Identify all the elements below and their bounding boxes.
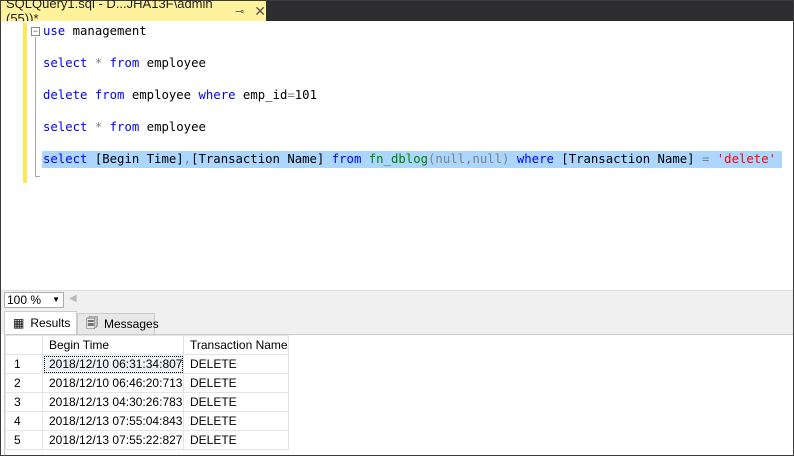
code-token: select (43, 120, 88, 134)
tab-messages[interactable]: 🗐 Messages (77, 313, 159, 334)
code-token: where (198, 88, 236, 102)
code-line[interactable]: delete from employee where emp_id=101 (43, 87, 317, 104)
code-token: use (43, 24, 66, 38)
column-header[interactable]: Transaction Name (183, 335, 289, 355)
messages-icon: 🗐 (86, 315, 98, 330)
close-icon[interactable]: ✕ (254, 3, 266, 20)
code-token: 'delete' (716, 152, 777, 166)
collapse-icon[interactable]: − (31, 27, 40, 36)
code-token: employee (139, 56, 206, 70)
code-token: 101 (294, 88, 317, 102)
outline-end (35, 176, 40, 177)
code-token: where (516, 152, 554, 166)
column-header[interactable] (5, 335, 43, 355)
code-token: from (331, 152, 362, 166)
outline-line (35, 37, 36, 177)
table-row[interactable]: 5 2018/12/13 07:55:22:827 DELETE (5, 430, 289, 450)
table-cell[interactable]: 2018/12/13 07:55:22:827 (42, 430, 184, 450)
tab-messages-label: Messages (104, 317, 159, 331)
zoom-bar: 100 % ▼ ◀ (1, 290, 793, 308)
row-number[interactable]: 1 (5, 354, 43, 374)
chevron-down-icon: ▼ (52, 295, 60, 304)
document-tab[interactable]: SQLQuery1.sql - D...JHA13F\admin (55))* … (1, 0, 266, 26)
table-cell[interactable]: 2018/12/13 04:30:26:783 (42, 392, 184, 412)
code-token: fn_dblog (368, 152, 429, 166)
row-number[interactable]: 3 (5, 392, 43, 412)
table-cell[interactable]: DELETE (183, 392, 289, 412)
result-tabs: ▦ Results 🗐 Messages (1, 308, 793, 334)
code-token: (null,null) (428, 152, 510, 166)
table-row[interactable]: 4 2018/12/13 07:55:04:843 DELETE (5, 411, 289, 431)
row-number[interactable]: 4 (5, 411, 43, 431)
code-line[interactable]: use management (43, 23, 147, 40)
code-token: select (43, 56, 88, 70)
table-cell[interactable]: 2018/12/10 06:31:34:807 (42, 354, 184, 374)
code-token: * (87, 120, 110, 134)
table-cell[interactable]: DELETE (183, 373, 289, 393)
grid-icon: ▦ (13, 316, 25, 330)
change-margin (23, 23, 27, 183)
results-grid[interactable]: Begin Time Transaction Name 1 2018/12/10 0… (4, 334, 793, 455)
table-cell[interactable]: 2018/12/13 07:55:04:843 (42, 411, 184, 431)
code-token: from (109, 56, 140, 70)
code-token: delete (43, 88, 88, 102)
table-row[interactable]: 3 2018/12/13 04:30:26:783 DELETE (5, 392, 289, 412)
table-cell[interactable]: DELETE (183, 430, 289, 450)
code-token: [Transaction Name] (553, 152, 702, 166)
tab-results[interactable]: ▦ Results (4, 311, 77, 334)
document-tab-bar: SQLQuery1.sql - D...JHA13F\admin (55))* … (1, 0, 793, 26)
code-token: [Transaction Name] (191, 152, 332, 166)
code-token: select (43, 152, 88, 166)
code-token: management (65, 24, 147, 38)
code-token: employee (139, 120, 206, 134)
code-token: from (109, 120, 140, 134)
row-number[interactable]: 2 (5, 373, 43, 393)
row-number[interactable]: 5 (5, 430, 43, 450)
zoom-dropdown[interactable]: 100 % ▼ (4, 292, 64, 308)
scroll-left-icon[interactable]: ◀ (69, 293, 77, 304)
table-cell[interactable]: DELETE (183, 411, 289, 431)
code-token: = (287, 88, 295, 102)
query-editor[interactable]: − use management select * from employee de… (1, 21, 793, 290)
ssms-window: SQLQuery1.sql - D...JHA13F\admin (55))* … (0, 0, 794, 456)
pin-icon[interactable]: ⊸ (235, 5, 244, 18)
code-line[interactable]: select * from employee (43, 55, 206, 72)
table-cell[interactable]: DELETE (183, 354, 289, 374)
table-cell[interactable]: 2018/12/10 06:46:20:713 (42, 373, 184, 393)
code-token: * (87, 56, 110, 70)
code-line[interactable]: select [Begin Time],[Transaction Name] f… (42, 151, 783, 168)
code-token: , (183, 152, 192, 166)
table-row[interactable]: 1 2018/12/10 06:31:34:807 DELETE (5, 354, 289, 374)
column-header[interactable]: Begin Time (42, 335, 184, 355)
code-token: from (94, 88, 125, 102)
zoom-value: 100 % (7, 293, 42, 307)
tab-results-label: Results (30, 316, 71, 330)
code-line[interactable]: select * from employee (43, 119, 206, 136)
code-token: emp_id (235, 88, 288, 102)
code-token: employee (124, 88, 199, 102)
table-row[interactable]: 2 2018/12/10 06:46:20:713 DELETE (5, 373, 289, 393)
code-token: [Begin Time] (87, 152, 184, 166)
